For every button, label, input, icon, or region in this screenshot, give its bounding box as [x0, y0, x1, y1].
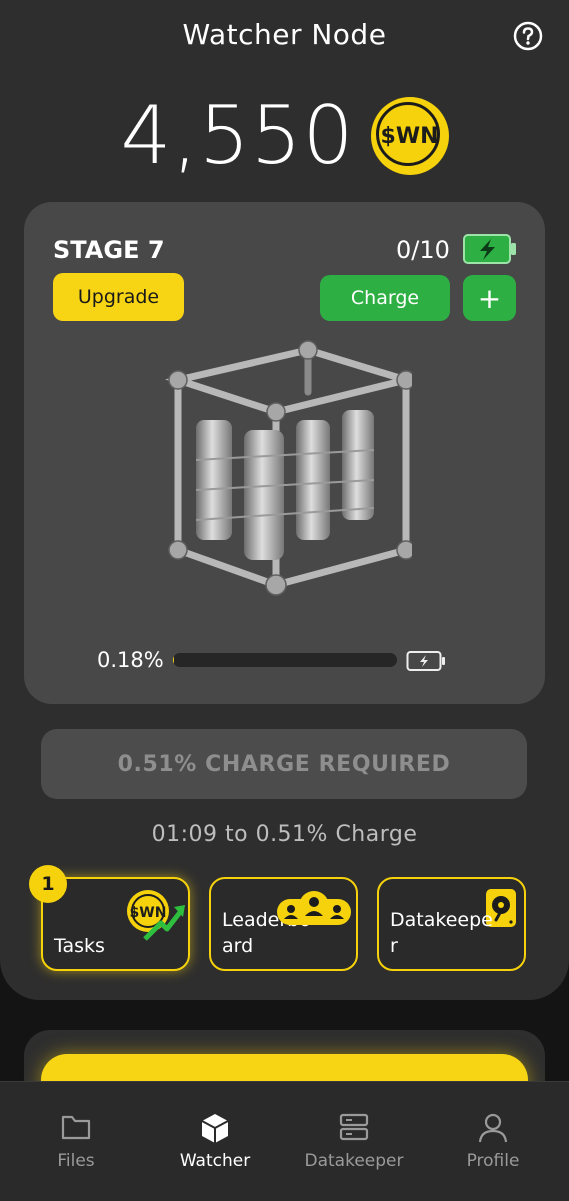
leaderboard-tile[interactable]: Leaderboard: [209, 877, 358, 971]
coin-label: $WN: [381, 124, 439, 149]
node-machine-image: [156, 340, 412, 626]
cube-icon: [199, 1112, 231, 1144]
bottom-nav: Files Watcher Datakeeper Profile: [0, 1081, 569, 1201]
svg-text:$WN: $WN: [130, 905, 167, 921]
charge-timer: 01:09 to 0.51% Charge: [0, 822, 569, 847]
battery-outline-icon: [406, 650, 446, 672]
tasks-count-badge: 1: [29, 865, 67, 903]
nav-watcher[interactable]: Watcher: [144, 1082, 286, 1182]
nav-datakeeper[interactable]: Datakeeper: [283, 1082, 425, 1182]
battery-charging-icon: [462, 232, 518, 266]
charge-required-button[interactable]: 0.51% CHARGE REQUIRED: [41, 729, 527, 799]
datakeeper-tile[interactable]: Datakeeper: [377, 877, 526, 971]
user-icon: [477, 1112, 509, 1144]
balance-row: 4,550 $WN: [0, 88, 569, 184]
page-title: Watcher Node: [0, 18, 569, 51]
server-icon: [338, 1112, 370, 1142]
stage-card: STAGE 7 0/10 Upgrade Charge +: [24, 202, 545, 704]
charge-progress-percent: 0.18%: [97, 648, 164, 672]
nav-profile-label: Profile: [422, 1151, 564, 1171]
add-charge-button[interactable]: +: [463, 275, 516, 321]
upgrade-button[interactable]: Upgrade: [53, 273, 184, 321]
charge-button[interactable]: Charge: [320, 275, 450, 321]
datakeeper-label: Datakeeper: [390, 907, 500, 959]
charge-progress-bar: [173, 653, 397, 667]
balance-value: 4,550: [120, 96, 354, 176]
nav-profile[interactable]: Profile: [422, 1082, 564, 1182]
question-circle-icon[interactable]: [512, 20, 544, 52]
stage-label: STAGE 7: [53, 236, 165, 264]
nav-datakeeper-label: Datakeeper: [283, 1151, 425, 1171]
nav-watcher-label: Watcher: [144, 1151, 286, 1171]
nav-peek-edge: [0, 1192, 569, 1200]
main-panel: Watcher Node 4,550 $WN STAGE 7 0/10 Upgr…: [0, 0, 569, 1000]
tasks-label: Tasks: [54, 933, 164, 959]
nav-files[interactable]: Files: [5, 1082, 147, 1182]
folder-icon: [60, 1112, 92, 1142]
charge-slots-count: 0/10: [396, 236, 450, 264]
nav-files-label: Files: [5, 1151, 147, 1171]
group-users-icon: [273, 889, 355, 929]
wn-coin-icon: $WN: [371, 97, 449, 175]
